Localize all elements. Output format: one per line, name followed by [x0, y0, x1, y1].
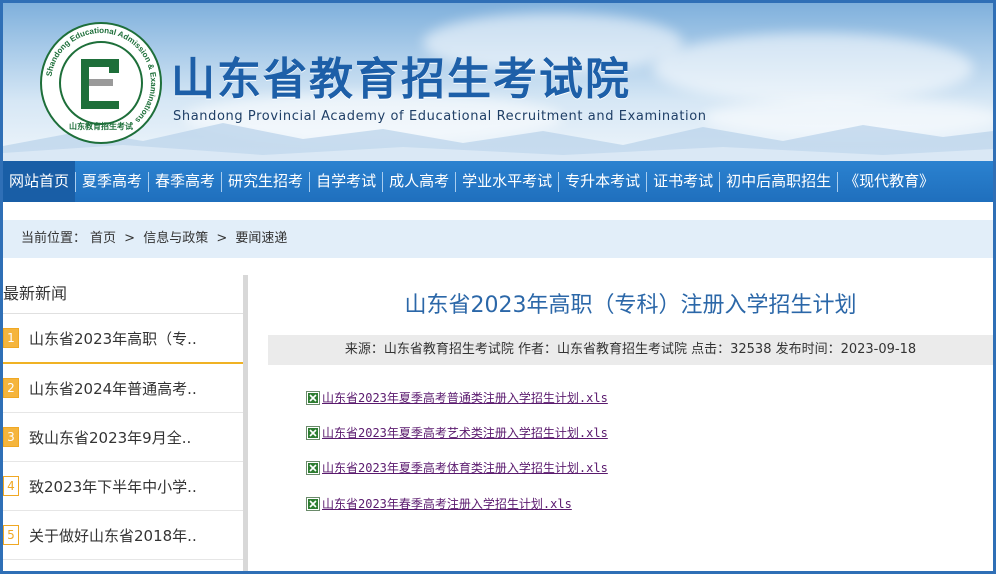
- attachment-link[interactable]: 山东省2023年夏季高考普通类注册入学招生计划.xls: [322, 389, 608, 406]
- breadcrumb: 当前位置： 首页 > 信息与政策 > 要闻速递: [3, 220, 993, 258]
- news-rank-badge: 3: [3, 427, 19, 447]
- attachment-row[interactable]: 山东省2023年夏季高考体育类注册入学招生计划.xls: [306, 459, 608, 476]
- news-rank-badge: 4: [3, 476, 19, 496]
- nav-item-adult-exam[interactable]: 成人高考: [383, 161, 455, 202]
- news-item[interactable]: 1 山东省2023年高职（专..: [3, 314, 243, 364]
- news-rank-badge: 5: [3, 525, 19, 545]
- latest-news-sidebar: 最新新闻 1 山东省2023年高职（专.. 2 山东省2024年普通高考.. 3…: [3, 275, 248, 571]
- news-rank-badge: 2: [3, 378, 19, 398]
- svg-text:山东教育招生考试: 山东教育招生考试: [69, 121, 133, 131]
- sidebar-title: 最新新闻: [3, 275, 243, 314]
- article-meta: 来源：山东省教育招生考试院 作者：山东省教育招生考试院 点击：32538 发布时…: [268, 335, 993, 365]
- breadcrumb-separator: >: [124, 231, 136, 246]
- nav-item-spring-exam[interactable]: 春季高考: [149, 161, 221, 202]
- nav-item-graduate[interactable]: 研究生招考: [222, 161, 309, 202]
- excel-file-icon: [306, 496, 320, 511]
- excel-file-icon: [306, 460, 320, 475]
- news-item-label[interactable]: 致2023年下半年中小学..: [29, 476, 197, 497]
- news-item[interactable]: 2 山东省2024年普通高考..: [3, 364, 243, 413]
- attachment-row[interactable]: 山东省2023年夏季高考普通类注册入学招生计划.xls: [306, 389, 608, 406]
- nav-item-home[interactable]: 网站首页: [3, 161, 76, 202]
- academy-logo: Shandong Educational Admission & Examina…: [40, 22, 162, 144]
- nav-item-self-study[interactable]: 自学考试: [310, 161, 382, 202]
- excel-file-icon: [306, 425, 320, 440]
- attachment-link[interactable]: 山东省2023年春季高考注册入学招生计划.xls: [322, 495, 572, 512]
- attachment-link[interactable]: 山东省2023年夏季高考体育类注册入学招生计划.xls: [322, 459, 608, 476]
- breadcrumb-current[interactable]: 要闻速递: [235, 231, 287, 246]
- attachment-row[interactable]: 山东省2023年夏季高考艺术类注册入学招生计划.xls: [306, 424, 608, 441]
- excel-file-icon: [306, 390, 320, 405]
- nav-item-modern-education[interactable]: 《现代教育》: [838, 161, 940, 202]
- nav-item-summer-exam[interactable]: 夏季高考: [76, 161, 148, 202]
- main-nav: 网站首页 夏季高考 春季高考 研究生招考 自学考试 成人高考 学业水平考试 专升…: [3, 161, 993, 202]
- news-item[interactable]: 3 致山东省2023年9月全..: [3, 413, 243, 462]
- article-content: 山东省2023年高职（专科）注册入学招生计划 来源：山东省教育招生考试院 作者：…: [268, 275, 993, 511]
- site-subtitle: Shandong Provincial Academy of Education…: [173, 109, 707, 124]
- news-item-label[interactable]: 山东省2024年普通高考..: [29, 378, 197, 399]
- nav-item-upgrade[interactable]: 专升本考试: [559, 161, 646, 202]
- breadcrumb-policy[interactable]: 信息与政策: [143, 231, 208, 246]
- news-item-label[interactable]: 致山东省2023年9月全..: [29, 427, 191, 448]
- page-frame: Shandong Educational Admission & Examina…: [3, 3, 993, 571]
- nav-item-proficiency[interactable]: 学业水平考试: [456, 161, 558, 202]
- breadcrumb-prefix: 当前位置：: [21, 231, 87, 246]
- news-item[interactable]: 5 关于做好山东省2018年..: [3, 511, 243, 560]
- news-rank-badge: 1: [3, 328, 19, 348]
- header-banner: Shandong Educational Admission & Examina…: [3, 3, 993, 161]
- attachment-link[interactable]: 山东省2023年夏季高考艺术类注册入学招生计划.xls: [322, 424, 608, 441]
- site-title: 山东省教育招生考试院: [171, 54, 631, 105]
- news-item[interactable]: 4 致2023年下半年中小学..: [3, 462, 243, 511]
- news-item-label[interactable]: 关于做好山东省2018年..: [29, 525, 197, 546]
- nav-item-vocational[interactable]: 初中后高职招生: [720, 161, 837, 202]
- breadcrumb-home[interactable]: 首页: [90, 231, 116, 246]
- article-title: 山东省2023年高职（专科）注册入学招生计划: [404, 293, 857, 318]
- breadcrumb-separator: >: [216, 231, 228, 246]
- attachment-row[interactable]: 山东省2023年春季高考注册入学招生计划.xls: [306, 495, 572, 512]
- nav-item-certificate[interactable]: 证书考试: [647, 161, 719, 202]
- news-item-label[interactable]: 山东省2023年高职（专..: [29, 328, 197, 349]
